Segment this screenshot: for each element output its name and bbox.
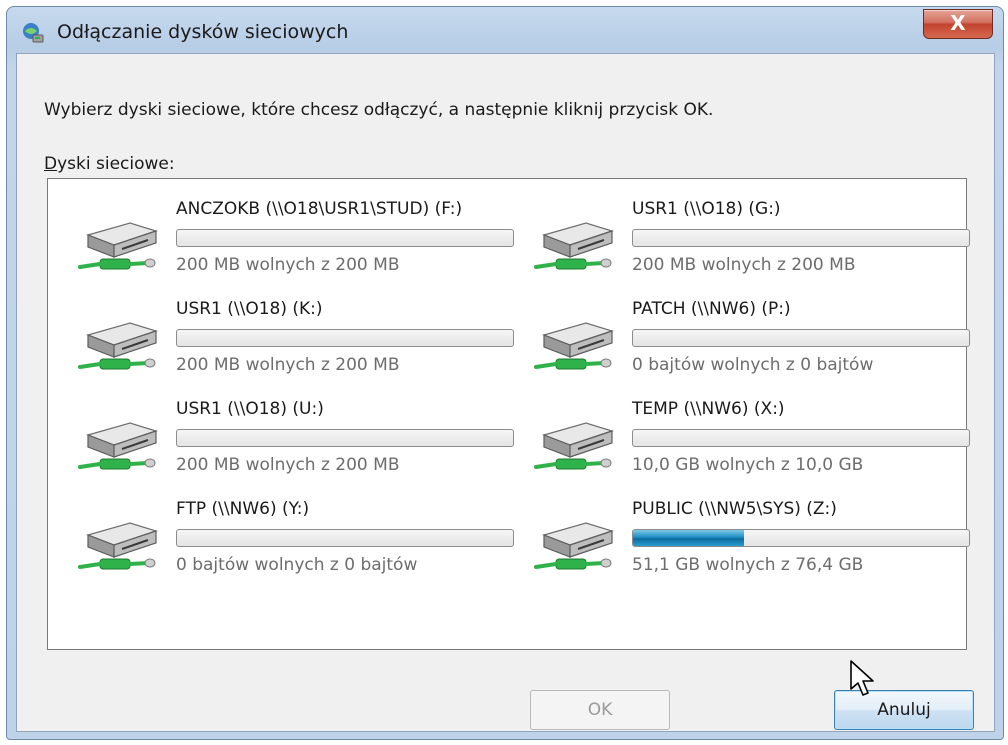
drive-free-space: 200 MB wolnych z 200 MB — [632, 255, 856, 275]
drive-item[interactable]: USR1 (\\O18) (G:) 200 MB wolnych z 200 MB — [504, 193, 970, 289]
drive-usage-bar — [632, 229, 970, 247]
title-bar[interactable]: Odłączanie dysków sieciowych X — [7, 7, 1003, 53]
network-drive-icon — [78, 422, 158, 470]
network-drive-icon — [534, 222, 614, 270]
network-drive-icon — [534, 522, 614, 570]
dialog-window: Odłączanie dysków sieciowych X Wybierz d… — [6, 6, 1004, 740]
drive-usage-fill — [633, 530, 745, 546]
list-label-accelerator: D — [44, 154, 58, 174]
drive-free-space: 0 bajtów wolnych z 0 bajtów — [632, 355, 874, 375]
drive-free-space: 200 MB wolnych z 200 MB — [176, 455, 400, 475]
list-label-text: yski sieciowe: — [57, 154, 175, 174]
mouse-cursor-icon — [850, 660, 874, 696]
drive-item[interactable]: USR1 (\\O18) (U:) 200 MB wolnych z 200 MB — [48, 393, 514, 489]
drive-free-space: 0 bajtów wolnych z 0 bajtów — [176, 555, 418, 575]
drive-usage-bar — [632, 529, 970, 547]
drive-usage-bar — [176, 329, 514, 347]
network-drive-icon — [78, 322, 158, 370]
network-drive-icon — [78, 522, 158, 570]
drive-name: TEMP (\\NW6) (X:) — [632, 399, 785, 419]
network-drive-icon — [534, 322, 614, 370]
drive-item[interactable]: TEMP (\\NW6) (X:) 10,0 GB wolnych z 10,0 … — [504, 393, 970, 489]
drive-item[interactable]: PUBLIC (\\NW5\SYS) (Z:) 51,1 GB wolnych z… — [504, 493, 970, 589]
close-icon: X — [950, 11, 966, 35]
drive-name: PUBLIC (\\NW5\SYS) (Z:) — [632, 499, 837, 519]
drive-name: USR1 (\\O18) (U:) — [176, 399, 324, 419]
drive-free-space: 10,0 GB wolnych z 10,0 GB — [632, 455, 864, 475]
drive-usage-bar — [176, 229, 514, 247]
drive-item[interactable]: FTP (\\NW6) (Y:) 0 bajtów wolnych z 0 baj… — [48, 493, 514, 589]
drive-name: PATCH (\\NW6) (P:) — [632, 299, 791, 319]
network-drive-icon — [23, 23, 44, 43]
window-title: Odłączanie dysków sieciowych — [57, 21, 349, 43]
dialog-client-area: Wybierz dyski sieciowe, które chcesz odł… — [16, 53, 995, 732]
close-button[interactable]: X — [923, 9, 993, 39]
drive-usage-bar — [176, 529, 514, 547]
drive-usage-bar — [632, 429, 970, 447]
instruction-text: Wybierz dyski sieciowe, które chcesz odł… — [44, 100, 714, 120]
drive-item[interactable]: PATCH (\\NW6) (P:) 0 bajtów wolnych z 0 b… — [504, 293, 970, 389]
drive-name: ANCZOKB (\\O18\USR1\STUD) (F:) — [176, 199, 463, 219]
network-drive-icon — [534, 422, 614, 470]
list-label: Dyski sieciowe: — [44, 154, 175, 174]
drive-name: USR1 (\\O18) (K:) — [176, 299, 323, 319]
drive-free-space: 200 MB wolnych z 200 MB — [176, 255, 400, 275]
network-drive-icon — [78, 222, 158, 270]
network-drives-list[interactable]: ANCZOKB (\\O18\USR1\STUD) (F:) 200 MB wol… — [47, 178, 970, 650]
drive-free-space: 200 MB wolnych z 200 MB — [176, 355, 400, 375]
drive-name: FTP (\\NW6) (Y:) — [176, 499, 310, 519]
drive-name: USR1 (\\O18) (G:) — [632, 199, 781, 219]
drive-usage-bar — [632, 329, 970, 347]
drive-item[interactable]: ANCZOKB (\\O18\USR1\STUD) (F:) 200 MB wol… — [48, 193, 514, 289]
drive-usage-bar — [176, 429, 514, 447]
drive-free-space: 51,1 GB wolnych z 76,4 GB — [632, 555, 864, 575]
drive-item[interactable]: USR1 (\\O18) (K:) 200 MB wolnych z 200 MB — [48, 293, 514, 389]
ok-button[interactable]: OK — [530, 690, 670, 730]
